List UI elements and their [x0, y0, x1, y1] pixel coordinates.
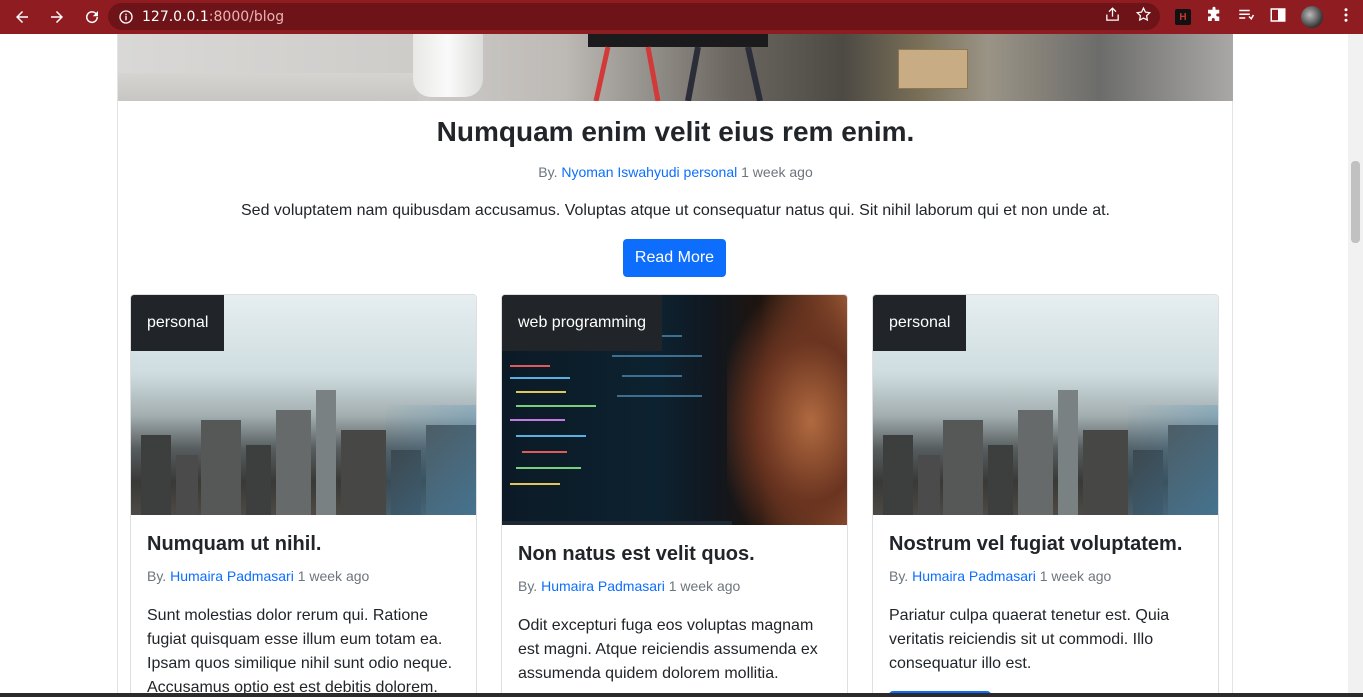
bookmark-star-icon[interactable] [1135, 6, 1152, 28]
post-card: personal Nostrum vel fugiat voluptatem. … [872, 294, 1219, 697]
featured-category-link[interactable]: personal [684, 164, 738, 180]
taskbar-edge [0, 693, 1363, 697]
read-more-button[interactable]: Read More [623, 239, 726, 277]
back-arrow-icon [16, 11, 28, 23]
browser-toolbar: 127.0.0.1:8000/blog H [0, 0, 1363, 34]
featured-author-link[interactable]: Nyoman Iswahyudi [561, 164, 679, 180]
card-meta: By. Humaira Padmasari 1 week ago [518, 578, 741, 594]
card-excerpt: Odit excepturi fuga eos voluptas magnam … [518, 617, 818, 682]
featured-title: Numquam enim velit eius rem enim. [436, 116, 915, 147]
address-bar[interactable]: 127.0.0.1:8000/blog [108, 3, 1160, 30]
forward-arrow-icon [51, 11, 63, 23]
page-scrollbar[interactable] [1348, 34, 1363, 697]
post-card: personal Numquam ut nihil. By. Humaira P… [130, 294, 477, 697]
card-author-link[interactable]: Humaira Padmasari [912, 568, 1036, 584]
share-icon[interactable] [1104, 6, 1121, 28]
extension-icon[interactable]: H [1175, 9, 1191, 25]
card-author-link[interactable]: Humaira Padmasari [170, 568, 294, 584]
card-meta: By. Humaira Padmasari 1 week ago [889, 568, 1112, 584]
card-author-link[interactable]: Humaira Padmasari [541, 578, 665, 594]
puzzle-icon[interactable] [1205, 6, 1223, 29]
blog-page: Numquam enim velit eius rem enim. By. Ny… [0, 34, 1348, 697]
side-panel-icon[interactable] [1269, 6, 1287, 29]
category-badge[interactable]: personal [873, 295, 967, 351]
featured-excerpt: Sed voluptatem nam quibusdam accusamus. … [241, 202, 1110, 219]
profile-avatar[interactable] [1301, 6, 1323, 28]
scrollbar-thumb[interactable] [1351, 161, 1360, 243]
category-badge[interactable]: web programming [502, 295, 663, 351]
card-title[interactable]: Non natus est velit quos. [518, 543, 755, 566]
back-button[interactable] [6, 1, 38, 33]
reload-icon [86, 11, 99, 24]
featured-image [118, 34, 1233, 101]
card-meta: By. Humaira Padmasari 1 week ago [147, 568, 370, 584]
card-title[interactable]: Numquam ut nihil. [147, 533, 321, 556]
card-excerpt: Pariatur culpa quaerat tenetur est. Quia… [889, 607, 1170, 672]
url-text[interactable]: 127.0.0.1:8000/blog [142, 9, 284, 25]
reading-list-icon[interactable] [1237, 6, 1255, 29]
post-card: web programming Non natus est velit quos… [501, 294, 848, 697]
site-info-icon[interactable] [118, 9, 134, 25]
card-title[interactable]: Nostrum vel fugiat voluptatem. [889, 533, 1182, 556]
kebab-menu-icon[interactable] [1337, 6, 1355, 29]
featured-meta: By. Nyoman Iswahyudi personal 1 week ago [538, 164, 813, 180]
reload-button[interactable] [76, 1, 108, 33]
card-excerpt: Sunt molestias dolor rerum qui. Ratione … [147, 607, 453, 696]
forward-button[interactable] [41, 1, 73, 33]
category-badge[interactable]: personal [131, 295, 225, 351]
